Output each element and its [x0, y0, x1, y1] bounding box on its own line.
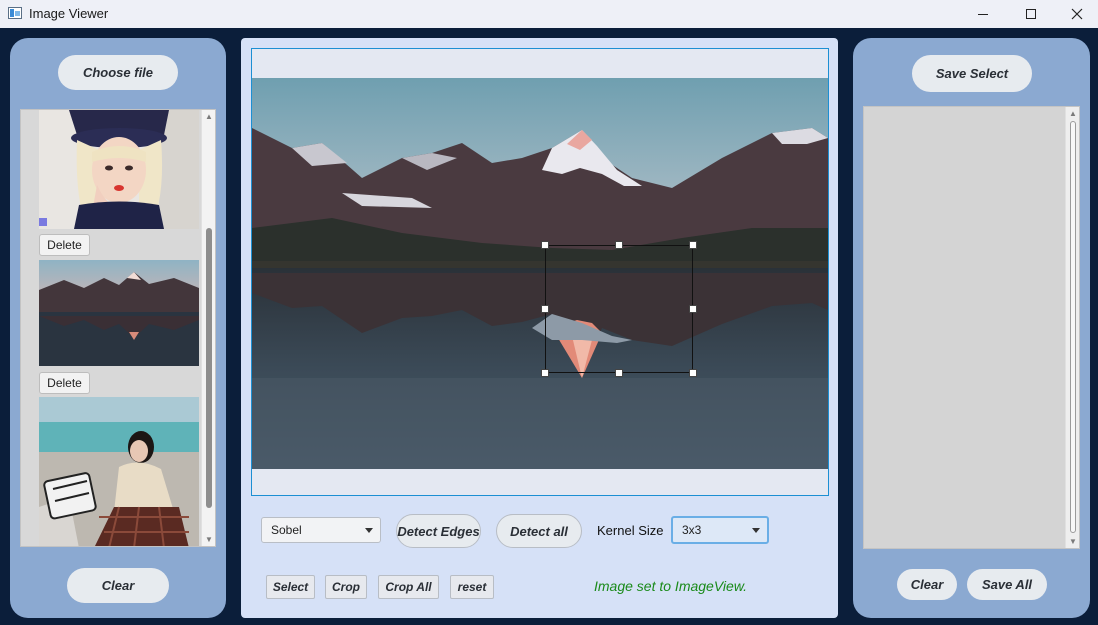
- scroll-up-icon[interactable]: ▲: [205, 112, 213, 121]
- image-list[interactable]: Delete Delete ▲ ▼: [20, 109, 216, 547]
- status-message: Image set to ImageView.: [594, 578, 748, 594]
- handle-middle-left[interactable]: [541, 305, 549, 313]
- mountain-image: [39, 260, 199, 366]
- kernel-size-value: 3x3: [682, 523, 702, 537]
- kernel-size-label: Kernel Size: [597, 523, 664, 538]
- image-view[interactable]: [251, 48, 829, 496]
- handle-middle-right[interactable]: [689, 305, 697, 313]
- image-list-scrollbar[interactable]: ▲ ▼: [201, 110, 215, 546]
- crop-all-button[interactable]: Crop All: [378, 575, 439, 599]
- handle-top-center[interactable]: [615, 241, 623, 249]
- reset-button[interactable]: reset: [450, 575, 494, 599]
- thumbnail-mountain[interactable]: [39, 260, 199, 366]
- detect-all-button[interactable]: Detect all: [496, 514, 582, 548]
- window-title: Image Viewer: [29, 6, 109, 21]
- scroll-up-icon[interactable]: ▲: [1069, 109, 1077, 118]
- scroll-down-icon[interactable]: ▼: [1069, 537, 1077, 546]
- selection-rectangle[interactable]: [541, 241, 697, 377]
- clear-cropped-button[interactable]: Clear: [897, 569, 957, 600]
- chevron-down-icon: [365, 528, 373, 533]
- cropped-list-scrollbar[interactable]: ▲ ▼: [1065, 107, 1079, 548]
- scrollbar-thumb[interactable]: [1070, 121, 1076, 533]
- detect-edges-button[interactable]: Detect Edges: [396, 514, 481, 548]
- close-icon: [1071, 8, 1083, 20]
- save-select-button[interactable]: Save Select: [912, 55, 1032, 92]
- kernel-size-select[interactable]: 3x3: [671, 516, 769, 544]
- choose-file-button[interactable]: Choose file: [58, 55, 178, 90]
- beach-image: [39, 397, 199, 546]
- maximize-icon: [1026, 9, 1036, 19]
- save-all-button[interactable]: Save All: [967, 569, 1047, 600]
- close-button[interactable]: [1054, 0, 1098, 28]
- crop-button[interactable]: Crop: [325, 575, 367, 599]
- main-mountain-image: [252, 78, 828, 469]
- handle-bottom-center[interactable]: [615, 369, 623, 377]
- edge-method-value: Sobel: [271, 523, 302, 537]
- handle-top-left[interactable]: [541, 241, 549, 249]
- edge-method-select[interactable]: Sobel: [261, 517, 381, 543]
- chevron-down-icon: [752, 528, 760, 533]
- clear-list-button[interactable]: Clear: [67, 568, 169, 603]
- handle-bottom-left[interactable]: [541, 369, 549, 377]
- select-button[interactable]: Select: [266, 575, 315, 599]
- thumbnail-beach[interactable]: [39, 397, 199, 546]
- cropped-image-list[interactable]: ▲ ▼: [863, 106, 1080, 549]
- maximize-button[interactable]: [1008, 0, 1054, 28]
- title-bar: Image Viewer: [0, 0, 1098, 28]
- handle-top-right[interactable]: [689, 241, 697, 249]
- portrait-image: [39, 110, 199, 229]
- delete-button-2[interactable]: Delete: [39, 372, 90, 394]
- app-icon: [8, 7, 22, 19]
- minimize-icon: [978, 13, 988, 15]
- scrollbar-thumb[interactable]: [206, 228, 212, 508]
- handle-bottom-right[interactable]: [689, 369, 697, 377]
- scroll-down-icon[interactable]: ▼: [205, 535, 213, 544]
- thumbnail-portrait[interactable]: [39, 110, 199, 229]
- delete-button-1[interactable]: Delete: [39, 234, 90, 256]
- minimize-button[interactable]: [960, 0, 1006, 28]
